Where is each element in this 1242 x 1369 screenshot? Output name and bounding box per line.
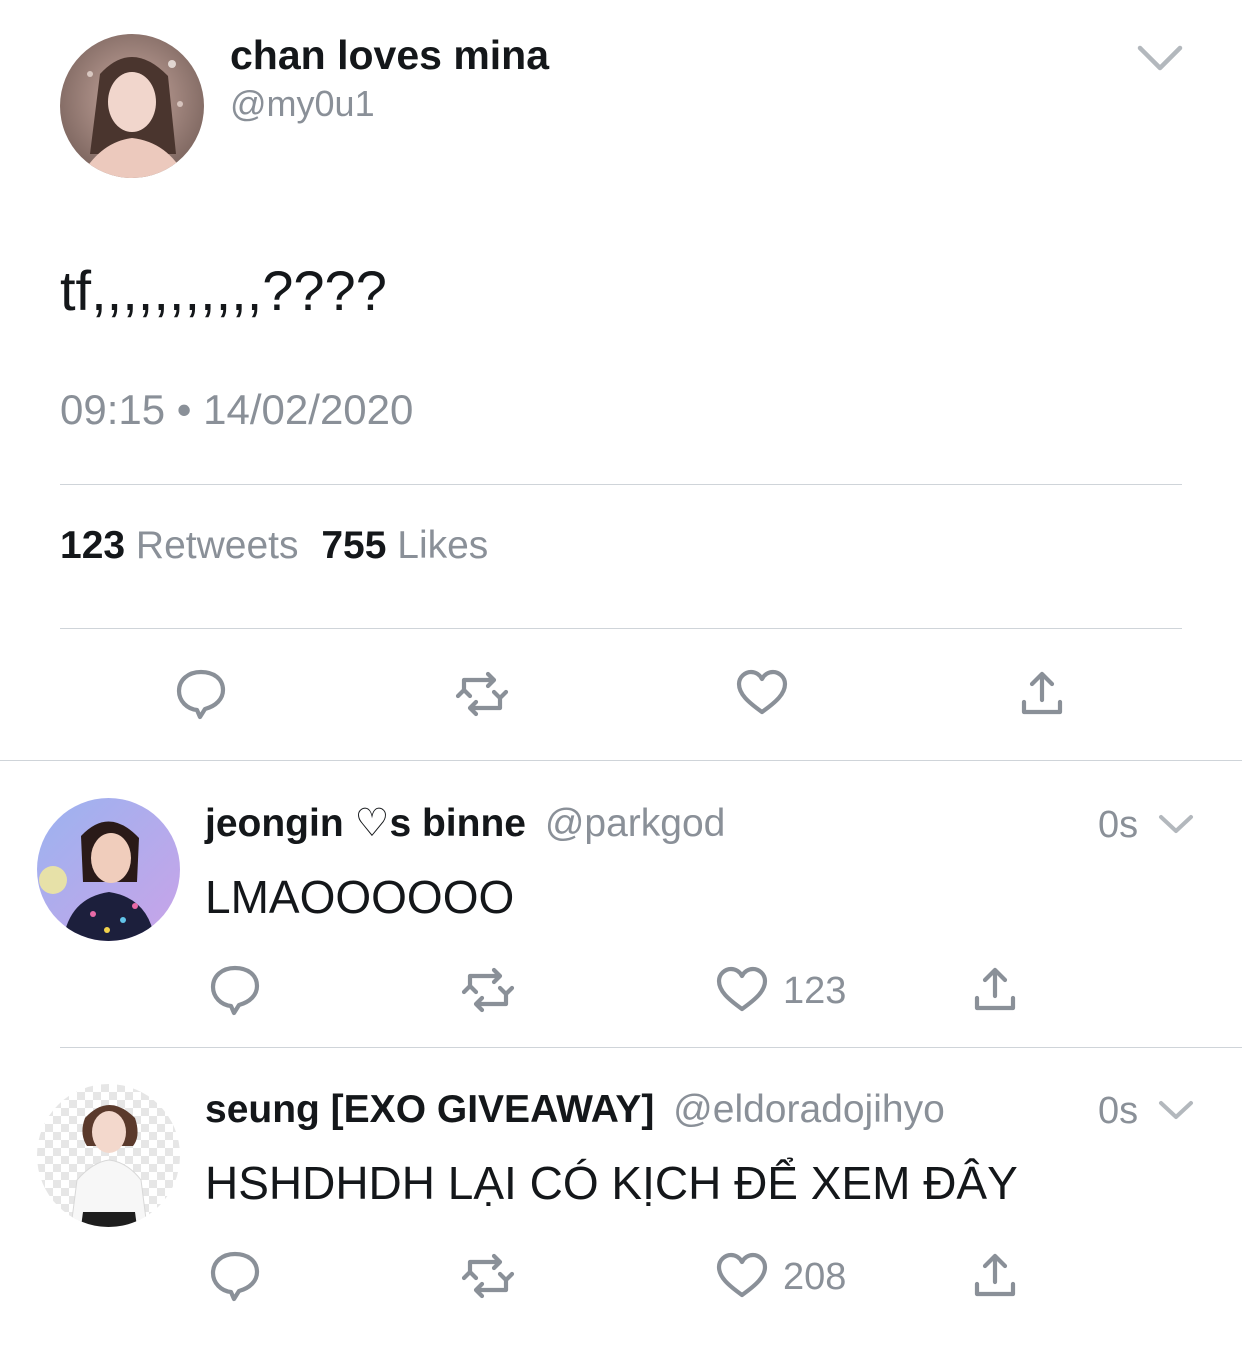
likes-count: 755	[321, 524, 387, 567]
reply-icon[interactable]	[176, 668, 226, 720]
divider	[0, 760, 1242, 761]
reply-display-name[interactable]: seung [EXO GIVEAWAY]	[205, 1088, 654, 1131]
chevron-down-icon[interactable]	[1136, 44, 1184, 72]
retweet-icon[interactable]	[460, 967, 516, 1013]
retweets-count: 123	[60, 524, 126, 567]
reply-text: HSHDHDH LẠI CÓ KỊCH ĐỂ XEM ĐÂY	[205, 1157, 1018, 1209]
retweets-stat[interactable]: 123 Retweets	[60, 524, 309, 567]
like-icon[interactable]	[736, 669, 788, 716]
divider	[60, 484, 1182, 485]
avatar-photo	[60, 34, 204, 178]
chevron-down-icon[interactable]	[1158, 814, 1194, 834]
author-display-name[interactable]: chan loves mina	[230, 31, 549, 79]
share-icon[interactable]	[1020, 670, 1064, 716]
reply-handle[interactable]: @parkgod	[545, 802, 726, 845]
like-count: 208	[783, 1256, 847, 1298]
tweet-timestamp: 09:15 • 14/02/2020	[60, 384, 413, 436]
reply-icon[interactable]	[210, 964, 260, 1016]
chevron-down-icon[interactable]	[1158, 1100, 1194, 1120]
avatar-photo	[37, 1084, 180, 1227]
like-count: 123	[783, 970, 847, 1012]
tweet-date: 14/02/2020	[203, 386, 414, 433]
divider	[60, 1047, 1242, 1048]
likes-label: Likes	[397, 524, 489, 567]
share-icon[interactable]	[973, 1252, 1017, 1298]
tweet-text: tf,,,,,,,,,,,????	[60, 259, 387, 322]
divider	[60, 628, 1182, 629]
reply-avatar[interactable]	[37, 1084, 180, 1227]
author-avatar[interactable]	[60, 34, 204, 178]
avatar-photo	[37, 798, 180, 941]
reply-icon[interactable]	[210, 1250, 260, 1302]
share-icon[interactable]	[973, 966, 1017, 1012]
retweets-label: Retweets	[135, 524, 299, 567]
tweet-time: 09:15	[60, 386, 166, 433]
reply-header: jeongin ♡s binne @parkgod	[205, 800, 725, 848]
tweet-stats: 123 Retweets 755 Likes	[60, 522, 488, 570]
retweet-icon[interactable]	[454, 671, 510, 717]
retweet-icon[interactable]	[460, 1253, 516, 1299]
reply-avatar[interactable]	[37, 798, 180, 941]
reply-handle[interactable]: @eldoradojihyo	[673, 1088, 945, 1131]
reply-header: seung [EXO GIVEAWAY] @eldoradojihyo	[205, 1086, 945, 1134]
reply-text: LMAOOOOOO	[205, 871, 515, 923]
likes-stat[interactable]: 755 Likes	[321, 524, 488, 567]
like-icon[interactable]	[716, 966, 768, 1013]
reply-time: 0s	[1098, 1090, 1139, 1132]
timestamp-separator: •	[176, 386, 192, 433]
author-handle[interactable]: @my0u1	[230, 82, 375, 126]
reply-time: 0s	[1098, 804, 1139, 846]
reply-display-name[interactable]: jeongin ♡s binne	[205, 802, 526, 845]
like-icon[interactable]	[716, 1252, 768, 1299]
